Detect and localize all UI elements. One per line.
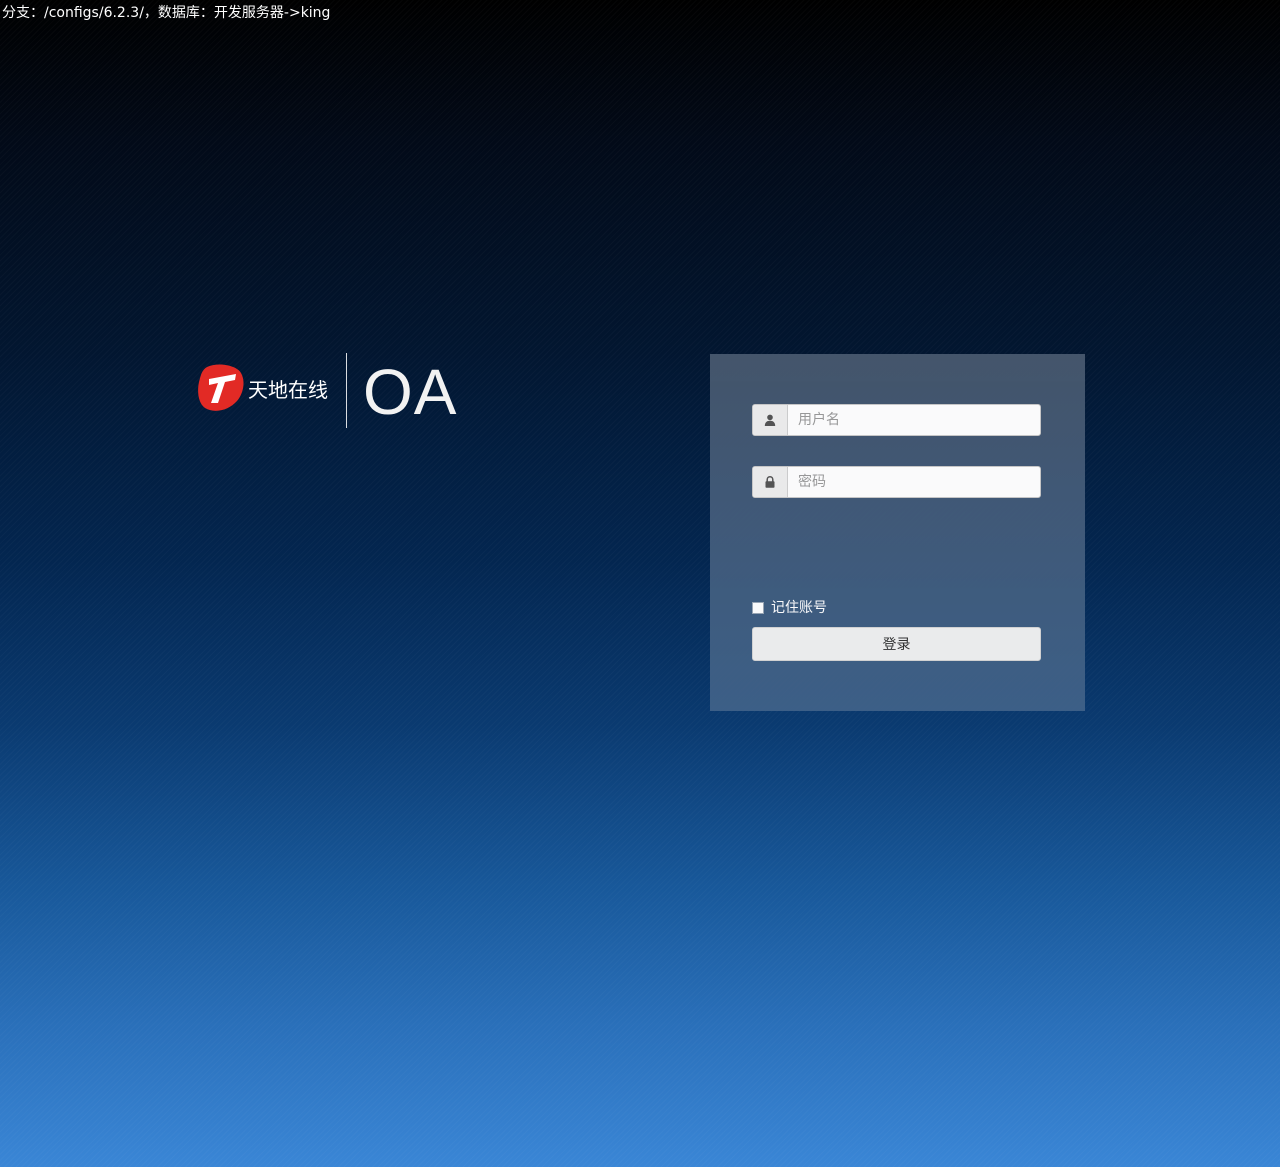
username-field-group [752,404,1041,436]
brand-divider [346,353,347,428]
environment-info: 分支：/configs/6.2.3/，数据库：开发服务器->king [2,5,331,21]
tiandi-logo-icon [198,363,244,413]
login-panel: 记住账号 登录 [710,354,1085,711]
lock-icon [753,467,788,497]
remember-checkbox[interactable] [752,602,764,614]
remember-label: 记住账号 [771,600,827,616]
login-button[interactable]: 登录 [752,627,1041,661]
username-input[interactable] [788,405,1040,435]
product-title: OA [363,356,458,428]
password-field-group [752,466,1041,498]
user-icon [753,405,788,435]
password-input[interactable] [788,467,1040,497]
brand-header: 天地在线 OA [198,352,468,430]
remember-account[interactable]: 记住账号 [752,599,827,617]
brand-name: 天地在线 [248,378,328,402]
